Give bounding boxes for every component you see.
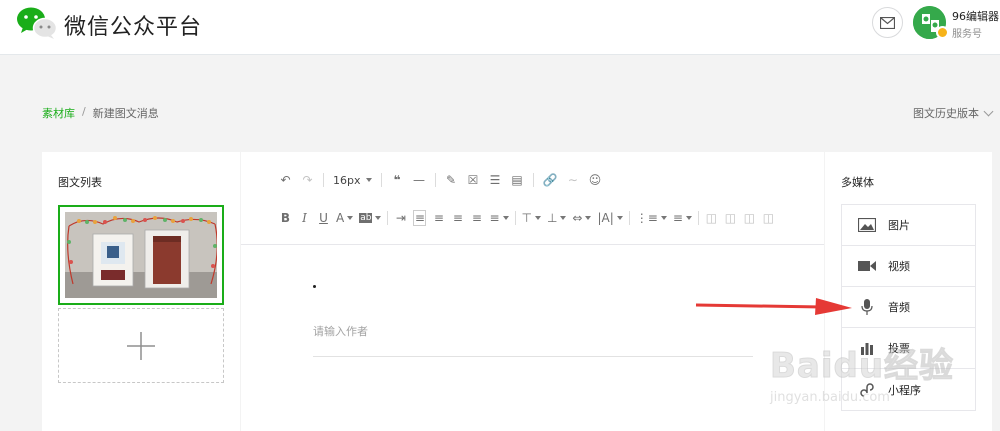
cover-photo-icon xyxy=(65,212,217,298)
toolbar-divider xyxy=(514,211,516,225)
toolbar-divider xyxy=(434,173,436,187)
toolbar-row-1: ↶ ↷ 16px ❝ — ✎ ☒ ☰ ▤ 🔗 ∼ ☺ xyxy=(279,171,601,189)
line-height-icon[interactable]: ≡ xyxy=(489,210,509,226)
message-button[interactable] xyxy=(872,7,903,38)
video-icon xyxy=(858,258,876,274)
top-header: 微信公众平台 96编辑器 服务号 xyxy=(0,0,1000,55)
align-center-icon[interactable]: ≡ xyxy=(432,210,445,226)
link-icon[interactable]: 🔗 xyxy=(543,172,558,188)
font-size-select[interactable]: 16px xyxy=(333,174,372,187)
caret-down-icon xyxy=(365,178,372,182)
breadcrumb-separator: / xyxy=(82,105,86,118)
chevron-down-icon xyxy=(983,106,994,116)
watermark-brand: Baidu经验 xyxy=(769,346,955,387)
history-version-dropdown[interactable]: 图文历史版本 xyxy=(913,105,994,121)
unordered-list-icon[interactable]: ≡ xyxy=(673,210,692,226)
breadcrumb-current: 新建图文消息 xyxy=(92,107,159,120)
indent-icon[interactable]: ⇥ xyxy=(394,210,407,226)
toolbar-divider xyxy=(697,211,699,225)
caret-down-icon xyxy=(560,216,567,220)
verified-badge-icon xyxy=(936,26,949,39)
emoji-icon[interactable]: ☺ xyxy=(588,172,602,188)
toolbar-divider xyxy=(532,173,534,187)
align-justify-icon[interactable]: ≡ xyxy=(470,210,483,226)
bold-icon[interactable]: B xyxy=(279,210,292,226)
multimedia-title: 多媒体 xyxy=(841,176,874,189)
article-card-selected[interactable] xyxy=(58,205,224,305)
toolbar-divider xyxy=(380,173,382,187)
editor-toolbar: ↶ ↷ 16px ❝ — ✎ ☒ ☰ ▤ 🔗 ∼ ☺ B I U A ab ⇥ … xyxy=(241,152,824,245)
article-list-panel: 图文列表 xyxy=(42,152,240,431)
letter-spacing-icon[interactable]: |A| xyxy=(597,210,623,226)
media-item-audio[interactable]: 音频 xyxy=(842,287,975,328)
author-underline xyxy=(313,356,753,357)
align-right-icon[interactable]: ≡ xyxy=(451,210,464,226)
toolbar-row-2: B I U A ab ⇥ ≡ ≡ ≡ ≡ ≡ ⊤ ⊥ ⇔ |A| ⋮≡ ≡ ◫ … xyxy=(279,209,775,227)
align-left-icon[interactable]: ≡ xyxy=(413,210,427,226)
caret-down-icon xyxy=(534,216,541,220)
caret-down-icon xyxy=(375,216,382,220)
undo-icon[interactable]: ↶ xyxy=(279,172,292,188)
media-item-label: 音频 xyxy=(888,301,910,314)
baidu-watermark: Baidu经验 jingyan.baidu.com xyxy=(769,338,1000,431)
font-color-icon[interactable]: A xyxy=(336,210,354,226)
image-icon xyxy=(858,217,876,233)
plus-icon xyxy=(127,331,155,360)
annotation-arrow-icon xyxy=(695,298,852,315)
background-color-icon[interactable]: ab xyxy=(359,210,382,226)
caret-down-icon xyxy=(616,216,623,220)
caret-down-icon xyxy=(685,216,692,220)
row-spacing-icon[interactable]: ⇔ xyxy=(572,210,592,226)
caret-down-icon xyxy=(502,216,509,220)
breadcrumb-materials-link[interactable]: 素材库 xyxy=(42,105,75,121)
redo-icon[interactable]: ↷ xyxy=(301,172,314,188)
template-icon[interactable]: ▤ xyxy=(511,172,524,188)
mail-icon xyxy=(880,16,895,29)
unlink-icon[interactable]: ∼ xyxy=(566,172,579,188)
ordered-list-icon[interactable]: ⋮≡ xyxy=(636,210,667,226)
wechat-logo-icon[interactable] xyxy=(16,6,58,40)
caret-down-icon xyxy=(585,216,592,220)
microphone-icon xyxy=(858,299,876,315)
media-item-label: 图片 xyxy=(888,219,910,232)
image-center-icon[interactable]: ◫ xyxy=(762,210,775,226)
toolbar-divider xyxy=(628,211,630,225)
insert-paragraph-icon[interactable]: ☰ xyxy=(489,172,502,188)
spacing-top-icon[interactable]: ⊤ xyxy=(522,210,541,226)
media-item-label: 视频 xyxy=(888,260,910,273)
breadcrumb: 素材库 / 新建图文消息 xyxy=(42,105,159,121)
caret-down-icon xyxy=(660,216,667,220)
platform-title[interactable]: 微信公众平台 xyxy=(64,9,202,41)
caret-down-icon xyxy=(347,216,354,220)
media-item-image[interactable]: 图片 xyxy=(842,205,975,246)
article-cover-image xyxy=(65,212,217,298)
image-float-right-icon[interactable]: ◫ xyxy=(743,210,756,226)
font-size-value: 16px xyxy=(333,173,361,187)
editor-cursor xyxy=(313,285,316,288)
spacing-bottom-icon[interactable]: ⊥ xyxy=(547,210,567,226)
italic-icon[interactable]: I xyxy=(298,210,311,226)
toolbar-divider xyxy=(387,211,389,225)
image-float-left-icon[interactable]: ◫ xyxy=(705,210,718,226)
media-item-video[interactable]: 视频 xyxy=(842,246,975,287)
account-name[interactable]: 96编辑器 xyxy=(952,8,999,24)
account-type: 服务号 xyxy=(952,29,982,40)
horizontal-rule-icon[interactable]: — xyxy=(413,172,426,188)
toolbar-divider xyxy=(323,173,324,187)
format-painter-icon[interactable]: ✎ xyxy=(445,172,458,188)
blockquote-icon[interactable]: ❝ xyxy=(391,172,404,188)
article-list-title: 图文列表 xyxy=(58,176,102,189)
clear-format-icon[interactable]: ☒ xyxy=(467,172,480,188)
watermark-url: jingyan.baidu.com xyxy=(770,390,890,405)
image-float-none-icon[interactable]: ◫ xyxy=(724,210,737,226)
history-version-label: 图文历史版本 xyxy=(913,107,979,120)
author-input[interactable]: 请输入作者 xyxy=(313,323,368,339)
highlight-swatch: ab xyxy=(359,213,373,223)
underline-icon[interactable]: U xyxy=(317,210,330,226)
add-article-button[interactable] xyxy=(58,308,224,383)
